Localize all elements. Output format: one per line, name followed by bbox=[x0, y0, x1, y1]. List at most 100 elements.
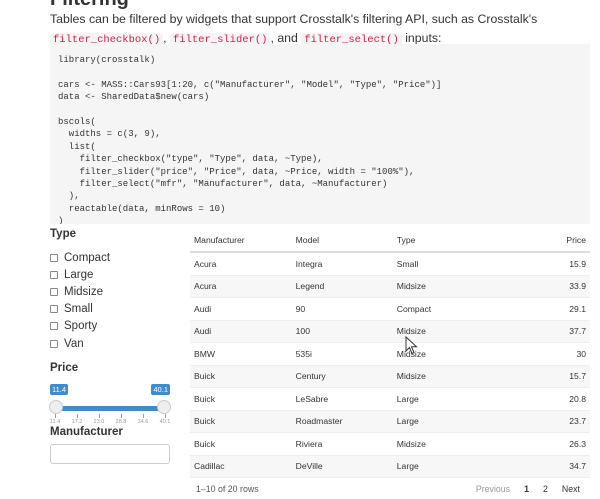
table-row: Audi 90 Compact 29.1 bbox=[190, 297, 590, 321]
price-filter-title: Price bbox=[50, 362, 79, 374]
type-checkbox-sporty[interactable]: Sporty bbox=[50, 318, 175, 335]
table-row: Audi 100 Midsize 37.7 bbox=[190, 320, 590, 343]
type-checkbox-van[interactable]: Van bbox=[50, 335, 175, 352]
header-price[interactable]: Price bbox=[501, 229, 590, 253]
cell-price: 34.7 bbox=[501, 455, 590, 478]
next-page-button[interactable]: Next bbox=[562, 484, 580, 494]
table-row: Buick Century Midsize 15.7 bbox=[190, 365, 590, 388]
header-model[interactable]: Model bbox=[291, 229, 393, 253]
cell-manufacturer: BMW bbox=[190, 342, 292, 366]
cell-manufacturer: Acura bbox=[190, 275, 292, 298]
manufacturer-filter: Manufacturer bbox=[50, 426, 175, 464]
slider-tick-label: 28.8 bbox=[115, 419, 127, 425]
table-row: BMW 535i Midsize 30 bbox=[190, 342, 590, 366]
slider-tick bbox=[121, 414, 122, 418]
checkbox-icon[interactable] bbox=[50, 253, 58, 262]
intro-text: Tables can be filtered by widgets that s… bbox=[50, 12, 538, 26]
cell-manufacturer: Buick bbox=[190, 387, 292, 411]
cell-manufacturer: Buick bbox=[190, 432, 292, 456]
type-checkbox-small[interactable]: Small bbox=[50, 301, 175, 318]
cell-price: 20.8 bbox=[501, 387, 590, 411]
checkbox-label: Small bbox=[64, 303, 93, 316]
page-1-button[interactable]: 1 bbox=[524, 484, 529, 494]
table-row: Buick LeSabre Large 20.8 bbox=[190, 387, 590, 411]
type-checkbox-compact[interactable]: Compact bbox=[50, 249, 175, 266]
checkbox-label: Van bbox=[64, 337, 84, 350]
checkbox-icon[interactable] bbox=[50, 305, 58, 314]
manufacturer-filter-title: Manufacturer bbox=[50, 426, 123, 438]
page-2-button[interactable]: 2 bbox=[543, 484, 548, 494]
cell-type: Midsize bbox=[392, 432, 502, 456]
cell-model: 100 bbox=[291, 320, 393, 343]
cell-price: 33.9 bbox=[501, 275, 590, 298]
checkbox-icon[interactable] bbox=[50, 339, 58, 348]
cell-type: Midsize bbox=[392, 365, 502, 388]
code-block: library(crosstalk) cars <- MASS::Cars93[… bbox=[50, 44, 590, 224]
cell-price: 23.7 bbox=[501, 410, 590, 433]
cell-price: 15.9 bbox=[501, 252, 590, 276]
slider-tick-label: 34.6 bbox=[137, 419, 149, 425]
slider-tick bbox=[99, 414, 100, 418]
cell-price: 15.7 bbox=[501, 365, 590, 388]
table-row: Cadillac DeVille Large 34.7 bbox=[190, 455, 590, 478]
slider-track[interactable] bbox=[55, 406, 165, 411]
type-filter: Type Compact Large Midsize Small Sporty … bbox=[50, 228, 175, 352]
slider-tick bbox=[77, 414, 78, 418]
cell-price: 29.1 bbox=[501, 297, 590, 321]
cell-model: Century bbox=[291, 365, 393, 388]
slider-ticks: 11.4 17.2 23.0 28.8 34.6 40.1 bbox=[50, 414, 170, 426]
type-checkbox-large[interactable]: Large bbox=[50, 266, 175, 283]
slider-tick-label: 40.1 bbox=[159, 419, 171, 425]
price-filter: Price 11.4 40.1 11.4 17.2 23.0 28.8 34.6… bbox=[49, 362, 175, 426]
type-checkbox-midsize[interactable]: Midsize bbox=[50, 283, 175, 300]
header-manufacturer[interactable]: Manufacturer bbox=[190, 229, 292, 253]
checkbox-label: Large bbox=[64, 268, 94, 281]
cell-model: 90 bbox=[291, 297, 393, 321]
cell-model: Integra bbox=[291, 252, 393, 276]
cell-model: Riviera bbox=[291, 432, 393, 456]
cell-type: Large bbox=[392, 455, 502, 478]
table-row: Acura Legend Midsize 33.9 bbox=[190, 275, 590, 298]
mouse-pointer-icon bbox=[405, 336, 418, 355]
intro-separator: , and bbox=[270, 31, 302, 45]
table-row: Buick Roadmaster Large 23.7 bbox=[190, 410, 590, 433]
slider-max-handle[interactable] bbox=[157, 400, 171, 414]
checkbox-icon[interactable] bbox=[50, 270, 58, 279]
price-slider[interactable]: 11.4 40.1 11.4 17.2 23.0 28.8 34.6 40.1 bbox=[49, 384, 171, 426]
table-header-row: Manufacturer Model Type Price bbox=[190, 229, 590, 253]
cell-model: Roadmaster bbox=[291, 410, 393, 433]
checkbox-icon[interactable] bbox=[50, 322, 58, 331]
cell-manufacturer: Audi bbox=[190, 320, 292, 343]
slider-min-handle[interactable] bbox=[49, 400, 63, 414]
cell-price: 26.3 bbox=[501, 432, 590, 456]
cell-model: Legend bbox=[291, 275, 393, 298]
cell-model: LeSabre bbox=[291, 387, 393, 411]
table-row: Buick Riviera Midsize 26.3 bbox=[190, 432, 590, 456]
checkbox-label: Compact bbox=[64, 251, 111, 264]
previous-page-button[interactable]: Previous bbox=[476, 484, 510, 494]
cell-type: Large bbox=[392, 387, 502, 411]
checkbox-label: Midsize bbox=[64, 285, 103, 298]
pager: Previous 1 2 Next bbox=[476, 484, 580, 494]
cell-manufacturer: Cadillac bbox=[190, 455, 292, 478]
cell-type: Small bbox=[392, 252, 502, 276]
cell-model: DeVille bbox=[291, 455, 393, 478]
table-pagination: 1–10 of 20 rows Previous 1 2 Next bbox=[190, 478, 590, 498]
cell-manufacturer: Buick bbox=[190, 365, 292, 388]
intro-separator: , bbox=[163, 31, 167, 45]
cell-manufacturer: Buick bbox=[190, 410, 292, 433]
header-type[interactable]: Type bbox=[392, 229, 502, 253]
slider-tick-label: 17.2 bbox=[71, 419, 83, 425]
cell-type: Midsize bbox=[392, 275, 502, 298]
cell-manufacturer: Audi bbox=[190, 297, 292, 321]
type-filter-title: Type bbox=[50, 228, 76, 240]
manufacturer-select-input[interactable] bbox=[50, 444, 170, 464]
checkbox-icon[interactable] bbox=[50, 287, 58, 296]
slider-tick-label: 23.0 bbox=[93, 419, 105, 425]
cell-model: 535i bbox=[291, 342, 393, 366]
cell-type: Compact bbox=[392, 297, 502, 321]
slider-max-label: 40.1 bbox=[151, 384, 170, 395]
cell-type: Large bbox=[392, 410, 502, 433]
intro-text-end: inputs: bbox=[401, 31, 442, 45]
slider-tick bbox=[165, 414, 166, 418]
